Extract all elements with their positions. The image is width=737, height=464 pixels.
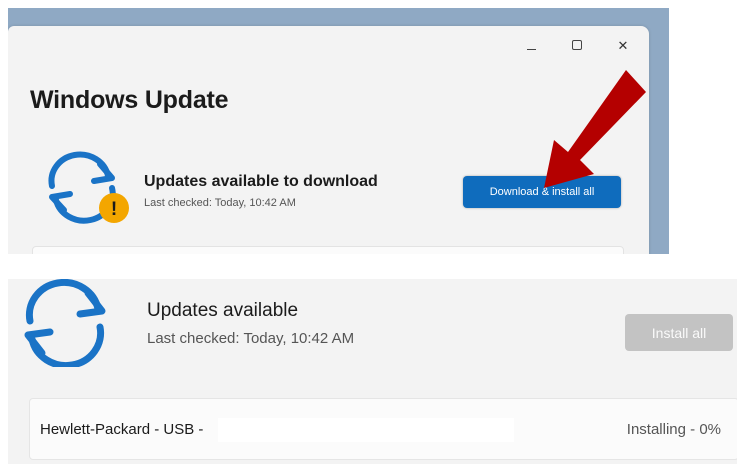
top-screenshot-panel: ✕ Windows Update ! Updates available to … bbox=[8, 8, 669, 254]
update-name: Hewlett-Packard - USB - bbox=[40, 421, 204, 438]
last-checked-text: Last checked: Today, 10:42 AM bbox=[144, 197, 296, 209]
list-item: Hewlett-Packard - USB - Installing - 0% bbox=[29, 398, 737, 460]
last-checked-text: Last checked: Today, 10:42 AM bbox=[147, 330, 355, 347]
page-title: Windows Update bbox=[30, 86, 229, 114]
status-heading: Updates available bbox=[147, 300, 299, 321]
warning-badge-icon: ! bbox=[99, 193, 129, 223]
svg-text:!: ! bbox=[111, 199, 117, 220]
minimize-icon[interactable] bbox=[519, 38, 543, 54]
annotation-arrow bbox=[544, 70, 646, 188]
install-all-button[interactable]: Install all bbox=[625, 314, 733, 351]
window-controls: ✕ bbox=[519, 38, 635, 54]
close-icon[interactable]: ✕ bbox=[611, 38, 635, 54]
bottom-screenshot-panel: Updates available Last checked: Today, 1… bbox=[8, 279, 737, 464]
status-heading: Updates available to download bbox=[144, 173, 378, 190]
maximize-icon[interactable] bbox=[565, 38, 589, 54]
redacted-region bbox=[218, 418, 514, 442]
windows-update-window: ✕ Windows Update ! Updates available to … bbox=[8, 26, 649, 254]
top-status-block: Updates available to download Last check… bbox=[144, 173, 378, 209]
sync-icon bbox=[24, 279, 106, 367]
update-list-card bbox=[32, 246, 624, 254]
update-status: Installing - 0% bbox=[626, 421, 721, 438]
bottom-status-block: Updates available Last checked: Today, 1… bbox=[147, 300, 354, 347]
sync-icon: ! bbox=[48, 151, 129, 224]
